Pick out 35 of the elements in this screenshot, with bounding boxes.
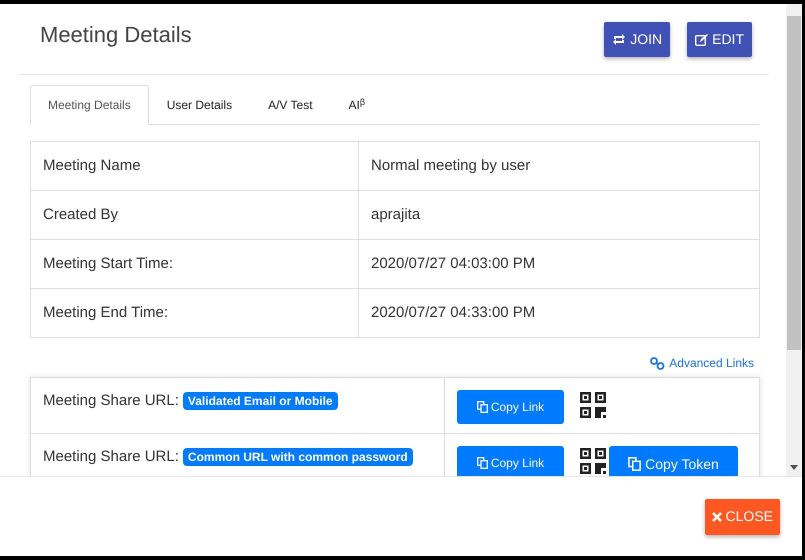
share-url-label: Meeting Share URL: — [43, 448, 179, 465]
scrollbar-thumb[interactable] — [787, 16, 801, 350]
repeat-icon — [612, 34, 626, 45]
share-url-label: Meeting Share URL: — [43, 392, 179, 409]
copy-icon — [476, 401, 488, 413]
qr-code-icon[interactable] — [580, 448, 606, 474]
qr-code-icon[interactable] — [580, 392, 606, 418]
advanced-links-link[interactable]: Advanced Links — [650, 354, 754, 372]
detail-value: 2020/07/27 04:03:00 PM — [358, 240, 760, 288]
edit-icon — [695, 34, 708, 46]
copy-icon — [476, 457, 488, 469]
dialog-title: Meeting Details — [40, 22, 192, 48]
detail-label: Meeting Start Time: — [30, 240, 358, 288]
edit-button[interactable]: EDIT — [687, 22, 752, 57]
close-icon — [712, 512, 722, 522]
copy-token-button[interactable]: Copy Token — [609, 446, 738, 476]
detail-value: Normal meeting by user — [358, 142, 760, 190]
detail-label: Meeting End Time: — [30, 288, 358, 338]
url-type-tag: Validated Email or Mobile — [182, 392, 338, 410]
detail-value: 2020/07/27 04:33:00 PM — [358, 288, 760, 338]
detail-label: Meeting Name — [30, 142, 358, 190]
tab[interactable]: Meeting Details — [30, 85, 149, 125]
copy-icon — [628, 457, 642, 471]
detail-label: Created By — [30, 190, 358, 240]
scroll-down-icon[interactable] — [790, 465, 798, 470]
scrollbar[interactable] — [786, 4, 802, 476]
detail-value: aprajita — [358, 190, 760, 240]
copy-link-button[interactable]: Copy Link — [457, 390, 564, 424]
url-type-tag: Common URL with common password — [182, 448, 413, 466]
link-icon — [650, 356, 666, 370]
tab[interactable]: A/V Test — [250, 85, 331, 125]
join-button[interactable]: JOIN — [604, 22, 670, 57]
copy-link-button[interactable]: Copy Link — [457, 446, 564, 476]
tab[interactable]: User Details — [148, 85, 250, 125]
tab[interactable]: AI$^{β}$ — [330, 85, 384, 125]
